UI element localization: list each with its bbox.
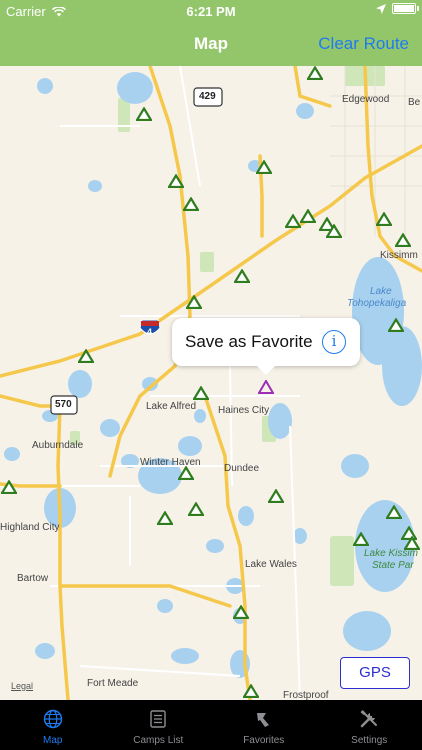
- campground-marker[interactable]: [157, 511, 173, 525]
- campground-marker[interactable]: [404, 536, 420, 550]
- campground-marker[interactable]: [388, 318, 404, 332]
- map-base: [0, 66, 422, 700]
- highway-570-label: 570: [55, 399, 72, 410]
- map-view[interactable]: 429 4 570 Edgewood Be Kissimm Lake Tohop…: [0, 66, 422, 700]
- gps-button[interactable]: GPS: [340, 657, 410, 689]
- tab-settings[interactable]: Settings: [317, 700, 422, 750]
- globe-icon: [43, 709, 62, 729]
- campground-marker[interactable]: [193, 386, 209, 400]
- campground-marker[interactable]: [307, 66, 323, 80]
- clear-route-button[interactable]: Clear Route: [318, 34, 409, 54]
- place-lake-toho-2: Tohopekaliga: [347, 298, 407, 309]
- campground-marker[interactable]: [326, 224, 342, 238]
- campground-marker[interactable]: [186, 295, 202, 309]
- highway-429-label: 429: [199, 91, 216, 102]
- battery-icon: [392, 3, 419, 14]
- place-edgewood: Edgewood: [342, 94, 390, 105]
- place-frostproof: Frostproof: [283, 690, 329, 700]
- clock: 6:21 PM: [186, 4, 236, 19]
- tab-camps-list[interactable]: Camps List: [106, 700, 212, 750]
- campground-marker[interactable]: [256, 160, 272, 174]
- place-fort-meade: Fort Meade: [87, 678, 139, 689]
- tab-map-label: Map: [43, 735, 63, 746]
- place-auburndale: Auburndale: [32, 440, 84, 451]
- campground-marker[interactable]: [188, 502, 204, 516]
- navigation-bar: Map Clear Route: [0, 22, 422, 66]
- place-kissimmee: Kissimm: [380, 250, 418, 261]
- place-bartow: Bartow: [17, 573, 49, 584]
- place-lake-toho-1: Lake: [370, 286, 392, 297]
- status-right: [376, 3, 419, 14]
- legal-link[interactable]: Legal: [11, 681, 33, 691]
- campground-marker[interactable]: [353, 532, 369, 546]
- campground-marker[interactable]: [395, 233, 411, 247]
- status-bar: Carrier 6:21 PM: [0, 0, 422, 22]
- campground-marker[interactable]: [78, 349, 94, 363]
- tools-icon: [360, 710, 378, 728]
- location-arrow-icon: [376, 3, 386, 14]
- save-favorite-callout[interactable]: Save as Favorite i: [172, 318, 360, 375]
- tab-settings-label: Settings: [351, 735, 388, 746]
- save-as-favorite-label[interactable]: Save as Favorite: [185, 332, 313, 352]
- campground-marker[interactable]: [386, 505, 402, 519]
- tab-favorites[interactable]: Favorites: [211, 700, 317, 750]
- campground-marker[interactable]: [178, 466, 194, 480]
- campground-marker[interactable]: [233, 605, 249, 619]
- list-icon: [150, 710, 166, 728]
- place-be: Be: [408, 97, 421, 108]
- place-lake-alfred: Lake Alfred: [146, 401, 197, 412]
- place-dundee: Dundee: [224, 463, 260, 474]
- camp-favorites-icon: [256, 713, 269, 727]
- campground-marker[interactable]: [300, 209, 316, 223]
- selected-campground-marker[interactable]: [258, 380, 274, 394]
- campground-marker[interactable]: [243, 684, 259, 698]
- place-highland-city: Highland City: [0, 522, 60, 533]
- place-lake-wales: Lake Wales: [245, 559, 297, 570]
- tab-map[interactable]: Map: [0, 700, 106, 750]
- tab-favorites-label: Favorites: [243, 735, 285, 746]
- tab-camps-list-label: Camps List: [133, 735, 184, 746]
- tab-bar: Map Camps List Favorites Settings: [0, 700, 422, 750]
- campground-marker[interactable]: [1, 480, 17, 494]
- campground-marker[interactable]: [268, 489, 284, 503]
- campground-marker[interactable]: [136, 107, 152, 121]
- place-state-park: State Par: [372, 560, 414, 571]
- campground-marker[interactable]: [168, 174, 184, 188]
- campground-marker[interactable]: [285, 214, 301, 228]
- highway-4-label: 4: [147, 327, 153, 337]
- campground-marker[interactable]: [234, 269, 250, 283]
- place-haines-city: Haines City: [218, 405, 270, 416]
- info-icon[interactable]: i: [322, 330, 346, 354]
- campground-marker[interactable]: [183, 197, 199, 211]
- campground-marker[interactable]: [376, 212, 392, 226]
